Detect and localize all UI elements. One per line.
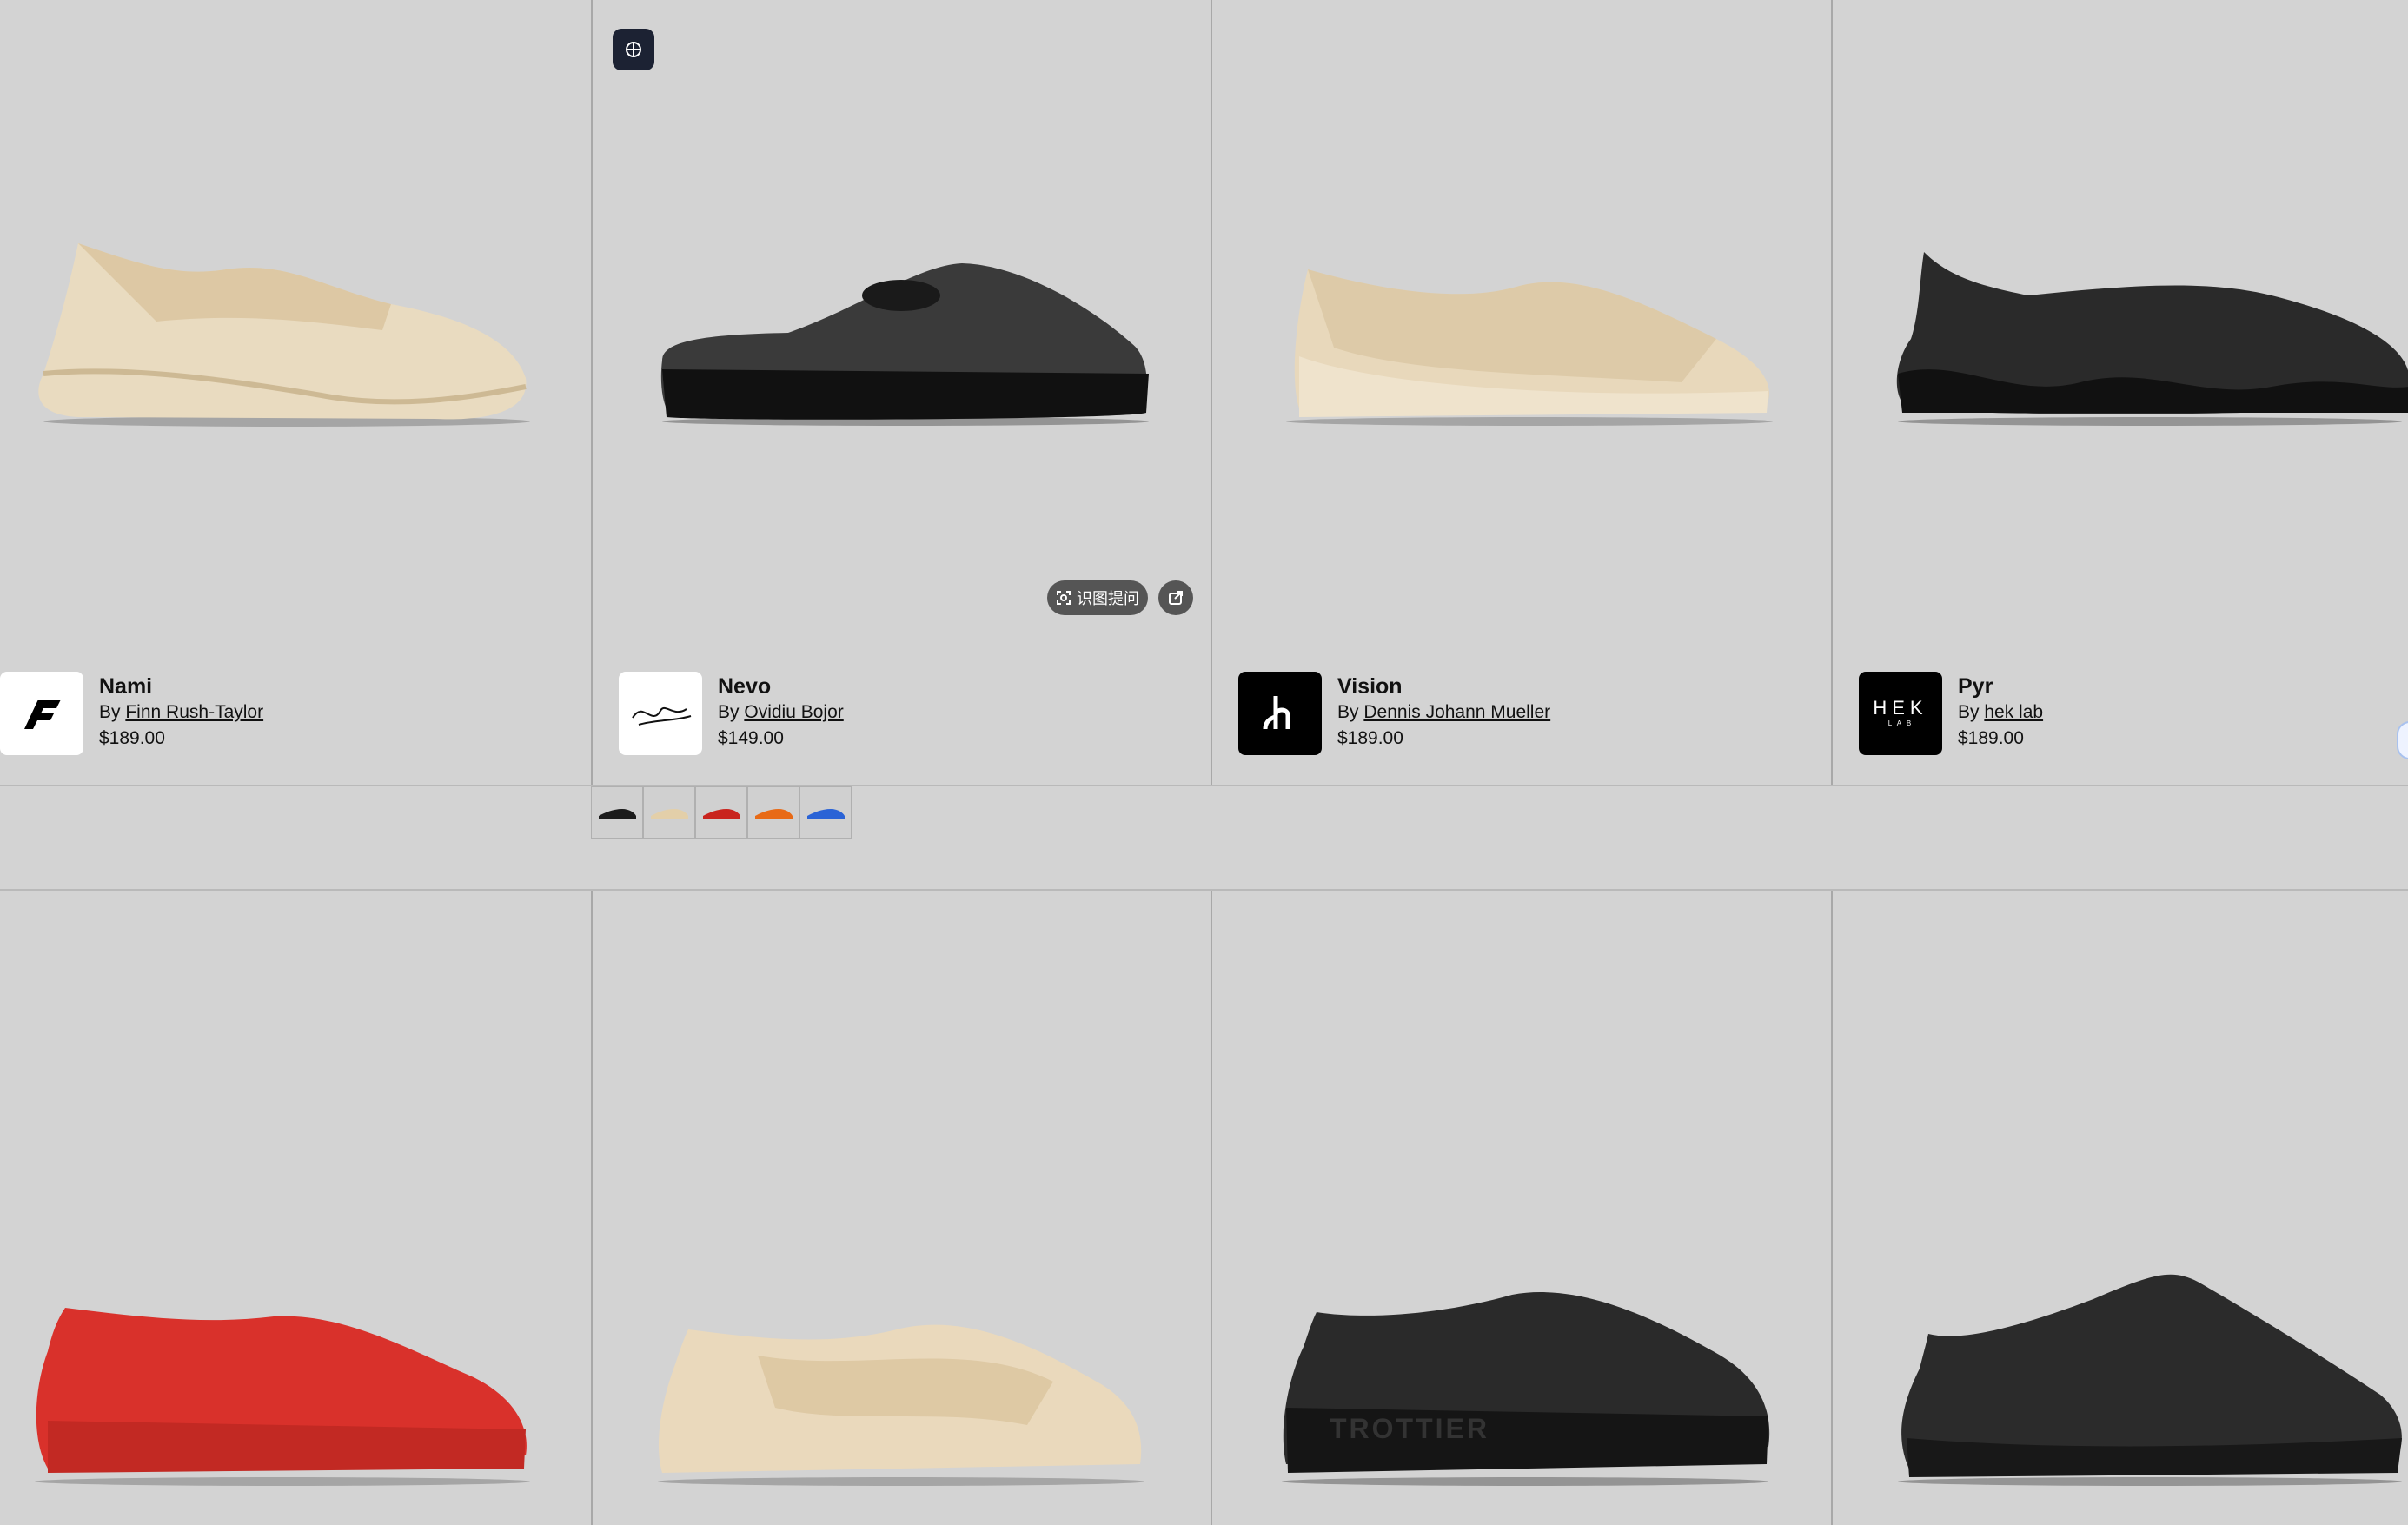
shoe-image-nevo[interactable] xyxy=(658,256,1153,430)
product-card-nami[interactable]: Nami By Finn Rush-Taylor $189.00 xyxy=(0,0,589,785)
shoe-image-vision[interactable] xyxy=(1282,252,1777,430)
image-ask-button[interactable]: 识图提问 xyxy=(1047,580,1148,615)
by-prefix: By xyxy=(99,702,121,722)
by-prefix: By xyxy=(1958,702,1980,722)
product-card-pyr[interactable]: HEK L A B Pyr By hek lab $189.00 xyxy=(1831,0,2408,785)
3d-viewer-icon[interactable] xyxy=(613,29,654,70)
swatch-orange[interactable] xyxy=(747,786,799,839)
product-name[interactable]: Pyr xyxy=(1958,673,2043,700)
image-ask-label: 识图提问 xyxy=(1077,590,1139,607)
swatch-blue[interactable] xyxy=(799,786,852,839)
designer-link[interactable]: Ovidiu Bojor xyxy=(744,702,843,722)
shoe-image-cream[interactable] xyxy=(653,1303,1144,1490)
shoe-image-pyr[interactable] xyxy=(1889,243,2408,430)
product-card-red[interactable] xyxy=(0,891,589,1525)
swatch-cream[interactable] xyxy=(643,786,695,839)
shoe-image-black-trottier[interactable]: TROTTIER xyxy=(1277,1277,1773,1490)
product-price: $189.00 xyxy=(99,728,165,748)
scroll-handle[interactable] xyxy=(2397,721,2408,759)
designer-link[interactable]: hek lab xyxy=(1984,702,2043,722)
share-icon[interactable] xyxy=(1158,580,1193,615)
product-name[interactable]: Nevo xyxy=(718,673,844,700)
shoe-image-black-wave[interactable] xyxy=(1894,1264,2406,1490)
shoe-print-text: TROTTIER xyxy=(1330,1413,1489,1444)
swatch-red[interactable] xyxy=(695,786,747,839)
by-prefix: By xyxy=(1337,702,1359,722)
product-card-black-trottier[interactable]: TROTTIER xyxy=(1211,891,1831,1525)
swatch-black[interactable] xyxy=(591,786,643,839)
color-swatches-nevo xyxy=(591,786,852,839)
product-price: $189.00 xyxy=(1337,728,1403,748)
hek-logo-text: HEK xyxy=(1873,697,1928,719)
color-swatch-row xyxy=(0,786,2408,891)
product-card-nevo[interactable]: Nevo By Ovidiu Bojor $149.00 xyxy=(591,0,1211,785)
dh-logo-icon[interactable] xyxy=(1238,672,1322,755)
designer-link[interactable]: Dennis Johann Mueller xyxy=(1363,702,1550,722)
product-card-black-wave[interactable] xyxy=(1831,891,2408,1525)
image-overlay-toolbar: 识图提问 xyxy=(1047,580,1193,615)
shoe-image-nami[interactable] xyxy=(26,235,530,434)
product-row-bottom: TROTTIER xyxy=(0,891,2408,1525)
shoe-image-red[interactable] xyxy=(30,1290,530,1490)
f-logo-icon[interactable] xyxy=(0,672,83,755)
hek-lab-logo-icon[interactable]: HEK L A B xyxy=(1859,672,1942,755)
product-price: $189.00 xyxy=(1958,728,2024,748)
product-card-cream[interactable] xyxy=(591,891,1211,1525)
scan-icon xyxy=(1057,591,1071,605)
product-price: $149.00 xyxy=(718,728,784,748)
by-prefix: By xyxy=(718,702,740,722)
designer-link[interactable]: Finn Rush-Taylor xyxy=(125,702,263,722)
signature-logo-icon[interactable] xyxy=(619,672,702,755)
product-row-top: Nami By Finn Rush-Taylor $189.00 Nevo By… xyxy=(0,0,2408,786)
hek-logo-subtext: L A B xyxy=(1887,719,1914,727)
product-name[interactable]: Nami xyxy=(99,673,263,700)
product-name[interactable]: Vision xyxy=(1337,673,1550,700)
product-card-vision[interactable]: Vision By Dennis Johann Mueller $189.00 xyxy=(1211,0,1831,785)
